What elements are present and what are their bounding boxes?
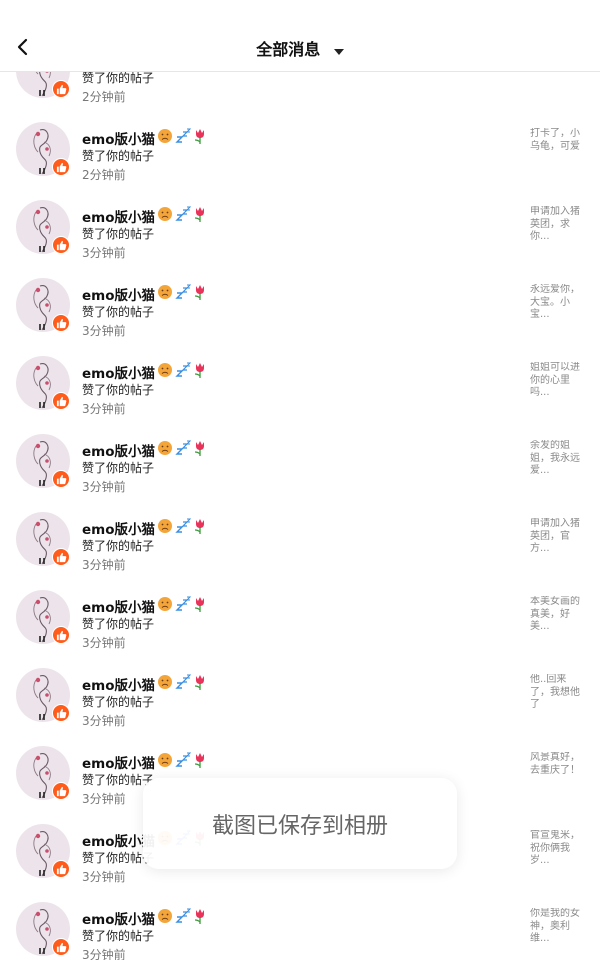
notification-item[interactable]: emo版小猫 赞了你的帖子 3分钟前 本美女画的真美，好美...	[0, 546, 600, 650]
user-name[interactable]: emo版小猫	[82, 596, 207, 616]
timestamp: 3分钟前	[82, 948, 126, 960]
tulip-icon	[193, 206, 207, 226]
post-preview[interactable]: 你是我的女神，奥利维...	[530, 908, 582, 946]
zzz-sleeping-icon	[175, 440, 192, 460]
caret-down-icon	[333, 41, 344, 60]
zzz-sleeping-icon	[175, 206, 192, 226]
zzz-sleeping-icon	[175, 908, 192, 928]
user-name[interactable]: emo版小猫	[82, 206, 207, 226]
toast-message: 截图已保存到相册	[211, 813, 388, 839]
user-name[interactable]: emo版小猫	[82, 908, 207, 928]
zzz-sleeping-icon	[175, 518, 192, 538]
message-filter-dropdown[interactable]: 全部消息	[0, 36, 600, 60]
thumbs-up-icon	[56, 942, 67, 953]
notification-item[interactable]: emo版小猫 赞了你的帖子 3分钟前 姐姐可以进你的心里吗...	[0, 312, 600, 416]
zzz-sleeping-icon	[175, 284, 192, 304]
tulip-icon	[193, 440, 207, 460]
notification-item[interactable]: emo版小猫 赞了你的帖子 3分钟前 风景真好，去重庆了！	[0, 702, 600, 806]
tulip-icon	[193, 596, 207, 616]
user-name[interactable]: emo版小猫	[82, 128, 207, 148]
notification-item[interactable]: emo版小猫 赞了你的帖子 3分钟前 他..回来了，我想他了	[0, 624, 600, 728]
tulip-icon	[193, 674, 207, 694]
user-name[interactable]: emo版小猫	[82, 518, 207, 538]
tulip-icon	[193, 362, 207, 382]
user-name[interactable]: emo版小猫	[82, 284, 207, 304]
frowning-face-emoji-icon	[157, 674, 173, 694]
notification-action: 赞了你的帖子	[82, 929, 155, 943]
frowning-face-emoji-icon	[157, 128, 173, 148]
notification-item[interactable]: emo版小猫 赞了你的帖子 3分钟前 永远爱你，大宝。小宝...	[0, 234, 600, 338]
frowning-face-emoji-icon	[157, 908, 173, 928]
frowning-face-emoji-icon	[157, 518, 173, 538]
top-bar: 全部消息	[0, 0, 600, 72]
page-title: 全部消息	[256, 40, 321, 59]
notification-item[interactable]: emo版小猫 赞了你的帖子 3分钟前 申请加入猪英团，求你...	[0, 156, 600, 260]
tulip-icon	[193, 284, 207, 304]
frowning-face-emoji-icon	[157, 596, 173, 616]
frowning-face-emoji-icon	[157, 362, 173, 382]
frowning-face-emoji-icon	[157, 752, 173, 772]
notification-item[interactable]: emo版小猫 赞了你的帖子 2分钟前 打卡了，小乌龟，可爱	[0, 78, 600, 182]
zzz-sleeping-icon	[175, 752, 192, 772]
frowning-face-emoji-icon	[157, 440, 173, 460]
toast: 截图已保存到相册	[143, 778, 457, 869]
notification-item[interactable]: emo版小猫 赞了你的帖子 3分钟前 你是我的女神，奥利维...	[0, 858, 600, 960]
tulip-icon	[193, 128, 207, 148]
zzz-sleeping-icon	[175, 596, 192, 616]
tulip-icon	[193, 908, 207, 928]
zzz-sleeping-icon	[175, 128, 192, 148]
zzz-sleeping-icon	[175, 674, 192, 694]
user-name[interactable]: emo版小猫	[82, 752, 207, 772]
like-badge	[52, 938, 70, 956]
notification-item[interactable]: emo版小猫 赞了你的帖子 3分钟前 余发的姐姐，我永远爱...	[0, 390, 600, 494]
tulip-icon	[193, 752, 207, 772]
tulip-icon	[193, 518, 207, 538]
zzz-sleeping-icon	[175, 362, 192, 382]
frowning-face-emoji-icon	[157, 284, 173, 304]
notification-item[interactable]: emo版小猫 赞了你的帖子 3分钟前 申请加入猪英团，官方...	[0, 468, 600, 572]
user-name[interactable]: emo版小猫	[82, 674, 207, 694]
frowning-face-emoji-icon	[157, 206, 173, 226]
user-name[interactable]: emo版小猫	[82, 440, 207, 460]
user-name[interactable]: emo版小猫	[82, 362, 207, 382]
